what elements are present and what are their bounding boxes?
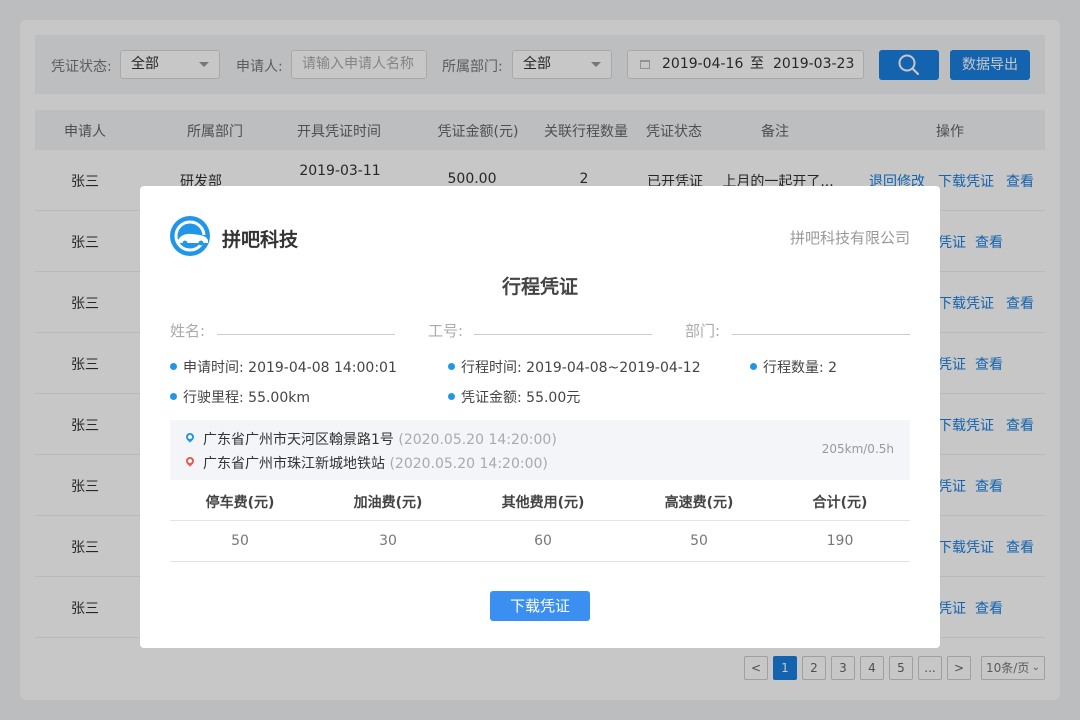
fee-value-total: 190 — [826, 533, 854, 549]
trip-time-text: 行程时间: 2019-04-08~2019-04-12 — [461, 360, 701, 376]
mileage-text: 行驶里程: 55.00km — [183, 390, 310, 406]
employee-id-label: 工号: — [428, 322, 464, 340]
fee-value-fuel: 30 — [379, 533, 397, 549]
route-end-time: (2020.05.20 14:20:00) — [389, 456, 548, 472]
apply-time: 申请时间: 2019-04-08 14:00:01 — [170, 357, 397, 377]
route-panel: 广东省广州市天河区翰景路1号 (2020.05.20 14:20:00) 广东省… — [170, 420, 910, 480]
mileage: 行驶里程: 55.00km — [170, 387, 310, 407]
fee-value-parking: 50 — [231, 533, 249, 549]
name-label: 姓名: — [170, 322, 206, 340]
voucher-amount-text: 凭证金额: 55.00元 — [461, 390, 581, 406]
fee-header-parking: 停车费(元) — [205, 495, 275, 511]
trip-time: 行程时间: 2019-04-08~2019-04-12 — [448, 357, 701, 377]
divider — [170, 520, 910, 521]
brand-logo-icon — [170, 216, 210, 256]
company-name: 拼吧科技有限公司 — [789, 229, 910, 247]
end-location-pin-icon — [184, 455, 196, 467]
route-start-address: 广东省广州市天河区翰景路1号 — [203, 432, 394, 448]
download-voucher-button[interactable]: 下载凭证 — [490, 591, 590, 621]
start-location-pin-icon — [184, 431, 196, 443]
dept-label: 部门: — [685, 322, 721, 340]
route-end-address: 广东省广州市珠江新城地铁站 — [203, 456, 385, 472]
fee-value-highway: 50 — [690, 533, 708, 549]
modal-title: 行程凭证 — [501, 276, 578, 298]
fee-header-highway: 高速费(元) — [664, 495, 734, 511]
voucher-modal: 拼吧科技 拼吧科技有限公司 行程凭证 姓名: 工号: 部门: 申请时间: 201… — [140, 186, 940, 648]
fee-header-total: 合计(元) — [812, 495, 868, 511]
route-start-time: (2020.05.20 14:20:00) — [398, 432, 557, 448]
bullet-icon — [170, 363, 177, 370]
voucher-amount: 凭证金额: 55.00元 — [448, 387, 580, 407]
bullet-icon — [448, 393, 455, 400]
brand-name: 拼吧科技 — [222, 229, 299, 251]
dept-field-line — [732, 334, 910, 335]
route-distance-duration: 205km/0.5h — [821, 442, 894, 456]
fee-header-fuel: 加油费(元) — [353, 495, 423, 511]
fee-header-other: 其他费用(元) — [501, 495, 585, 511]
fee-value-other: 60 — [534, 533, 552, 549]
route-end: 广东省广州市珠江新城地铁站 (2020.05.20 14:20:00) — [203, 453, 548, 473]
employee-id-field-line — [474, 334, 652, 335]
apply-time-text: 申请时间: 2019-04-08 14:00:01 — [183, 360, 397, 376]
bullet-icon — [448, 363, 455, 370]
trip-count: 行程数量: 2 — [750, 357, 837, 377]
trip-count-text: 行程数量: 2 — [763, 360, 838, 376]
bullet-icon — [750, 363, 757, 370]
route-start: 广东省广州市天河区翰景路1号 (2020.05.20 14:20:00) — [203, 429, 557, 449]
divider — [170, 561, 910, 562]
bullet-icon — [170, 393, 177, 400]
name-field-line — [217, 334, 395, 335]
